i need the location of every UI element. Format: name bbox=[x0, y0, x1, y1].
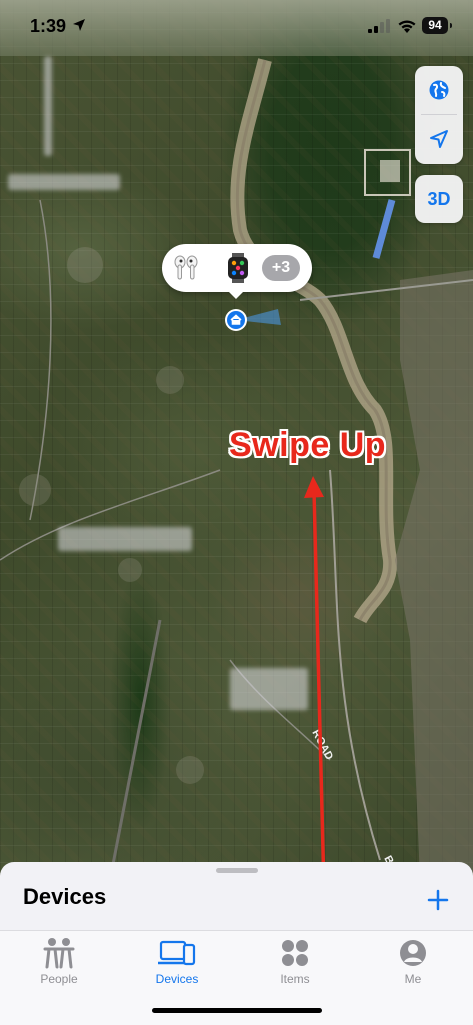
blurred-place-label bbox=[58, 527, 192, 551]
people-icon bbox=[43, 938, 75, 969]
status-bar: 1:39 94 bbox=[0, 0, 473, 56]
tab-devices[interactable]: Devices bbox=[137, 937, 217, 991]
location-arrow-icon bbox=[430, 130, 448, 148]
swipe-up-annotation: Swipe Up bbox=[229, 426, 387, 464]
airpods-device[interactable] bbox=[170, 252, 202, 284]
me-icon bbox=[400, 940, 426, 966]
blurred-place-label bbox=[230, 668, 308, 710]
home-icon bbox=[225, 309, 281, 331]
airpods-icon bbox=[174, 255, 198, 280]
swipe-up-arrow-icon bbox=[304, 476, 326, 891]
add-device-button[interactable] bbox=[424, 886, 452, 914]
status-time: 1:39 bbox=[30, 16, 67, 36]
tab-items[interactable]: Items bbox=[255, 937, 335, 991]
tab-label: Devices bbox=[155, 972, 199, 986]
devices-sheet[interactable]: Devices People Devices Items Me bbox=[0, 862, 473, 1025]
apple-watch-icon bbox=[228, 253, 248, 283]
blurred-place-label bbox=[8, 174, 120, 190]
map-controls bbox=[415, 66, 463, 164]
current-location-button[interactable] bbox=[415, 115, 463, 163]
battery-indicator: 94 bbox=[422, 17, 452, 34]
3d-toggle-button[interactable]: 3D bbox=[415, 175, 463, 223]
tab-people[interactable]: People bbox=[19, 937, 99, 991]
tab-me[interactable]: Me bbox=[373, 937, 453, 991]
tab-label: Items bbox=[280, 972, 310, 986]
devices-icon bbox=[158, 940, 196, 966]
location-arrow-icon bbox=[73, 19, 85, 31]
tab-label: People bbox=[40, 972, 78, 986]
items-icon bbox=[282, 940, 308, 966]
cellular-signal-icon bbox=[368, 19, 390, 33]
globe-icon bbox=[429, 80, 449, 100]
wifi-icon bbox=[398, 20, 416, 33]
sheet-title: Devices bbox=[23, 884, 107, 909]
urban-area bbox=[395, 270, 473, 880]
blurred-place-label bbox=[44, 56, 52, 156]
home-indicator[interactable] bbox=[152, 1008, 322, 1013]
sheet-grabber[interactable] bbox=[216, 868, 258, 873]
map-style-button[interactable] bbox=[415, 66, 463, 114]
more-devices-badge[interactable]: +3 bbox=[262, 255, 300, 281]
home-location-pin[interactable] bbox=[223, 307, 283, 338]
apple-watch-device[interactable] bbox=[222, 252, 254, 284]
tab-label: Me bbox=[404, 972, 422, 986]
